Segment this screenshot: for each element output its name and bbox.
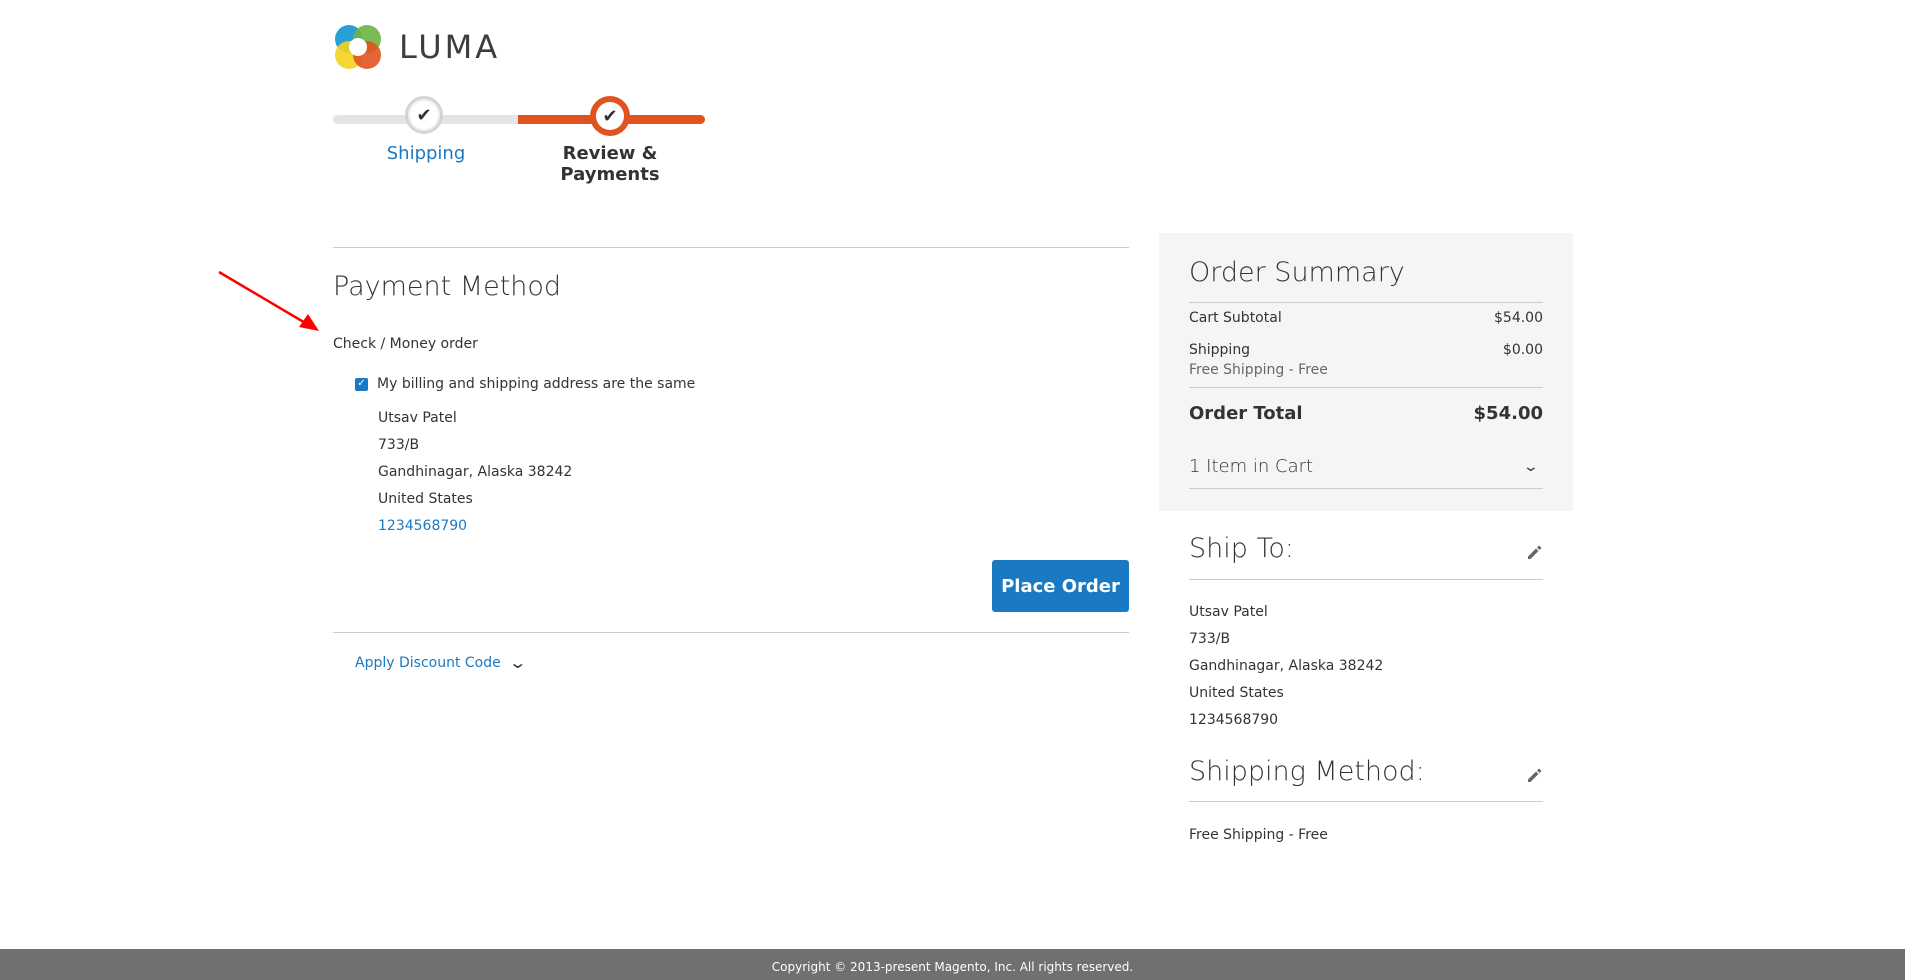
check-icon: ✔ — [602, 105, 618, 127]
apply-discount-toggle[interactable]: Apply Discount Code ⌄ — [355, 653, 527, 672]
apply-discount-label[interactable]: Apply Discount Code — [355, 655, 501, 671]
summary-divider — [1189, 488, 1543, 489]
ship-to-country: United States — [1189, 685, 1284, 701]
logo-text[interactable]: LUMA — [399, 28, 500, 66]
ship-to-city-region: Gandhinagar, Alaska 38242 — [1189, 658, 1384, 674]
payment-method-option[interactable]: Check / Money order — [333, 336, 478, 352]
step-shipping-indicator: ✔ — [405, 96, 443, 134]
ship-to-phone-link[interactable]: 1234568790 — [1189, 712, 1278, 728]
shipping-row: Shipping $0.00 — [1189, 342, 1543, 358]
billing-name: Utsav Patel — [378, 410, 457, 426]
billing-same-label[interactable]: My billing and shipping address are the … — [377, 376, 695, 392]
chevron-down-icon[interactable]: ⌄ — [1523, 459, 1539, 475]
ship-to-street: 733/B — [1189, 631, 1231, 647]
check-icon: ✔ — [416, 104, 432, 126]
order-total-value: $54.00 — [1473, 403, 1543, 424]
order-total-label: Order Total — [1189, 403, 1303, 424]
shipping-method-value: Free Shipping - Free — [1189, 827, 1328, 843]
billing-same-row[interactable]: ✓ My billing and shipping address are th… — [355, 376, 695, 392]
edit-pencil-icon[interactable] — [1525, 543, 1543, 561]
step-review-indicator: ✔ — [590, 96, 630, 136]
footer-copyright: Copyright © 2013-present Magento, Inc. A… — [771, 960, 1134, 974]
shipping-label: Shipping — [1189, 342, 1251, 358]
step-review-label: Review & Payments — [560, 143, 660, 185]
summary-divider — [1189, 302, 1543, 303]
order-total-row: Order Total $54.00 — [1189, 403, 1543, 424]
items-in-cart-label[interactable]: 1 Item in Cart — [1189, 456, 1313, 477]
ship-to-name: Utsav Patel — [1189, 604, 1268, 620]
annotation-arrow-icon — [218, 270, 319, 331]
cart-subtotal-value: $54.00 — [1494, 310, 1543, 326]
billing-street: 733/B — [378, 437, 420, 453]
payment-divider-top — [333, 247, 1129, 248]
cart-subtotal-label: Cart Subtotal — [1189, 310, 1282, 326]
billing-same-checkbox[interactable]: ✓ — [355, 377, 368, 391]
items-in-cart-toggle[interactable]: 1 Item in Cart ⌄ — [1189, 456, 1543, 477]
edit-pencil-icon[interactable] — [1525, 766, 1543, 784]
luma-logo-icon[interactable] — [333, 21, 385, 73]
order-summary-title: Order Summary — [1189, 257, 1405, 288]
cart-subtotal-row: Cart Subtotal $54.00 — [1189, 310, 1543, 326]
shipping-method-note: Free Shipping - Free — [1189, 362, 1328, 378]
shipping-method-divider — [1189, 801, 1543, 802]
ship-to-divider — [1189, 579, 1543, 580]
billing-country: United States — [378, 491, 473, 507]
ship-to-title: Ship To: — [1189, 533, 1294, 564]
step-shipping-link[interactable]: Shipping — [376, 143, 476, 164]
shipping-value: $0.00 — [1502, 342, 1543, 358]
chevron-down-icon[interactable]: ⌄ — [508, 653, 527, 672]
billing-phone-link[interactable]: 1234568790 — [378, 518, 467, 534]
payment-divider-bottom — [333, 632, 1129, 633]
place-order-button[interactable]: Place Order — [992, 560, 1129, 612]
billing-city-region: Gandhinagar, Alaska 38242 — [378, 464, 573, 480]
payment-method-title: Payment Method — [333, 271, 562, 302]
shipping-method-title: Shipping Method: — [1189, 756, 1425, 787]
summary-divider — [1189, 387, 1543, 388]
